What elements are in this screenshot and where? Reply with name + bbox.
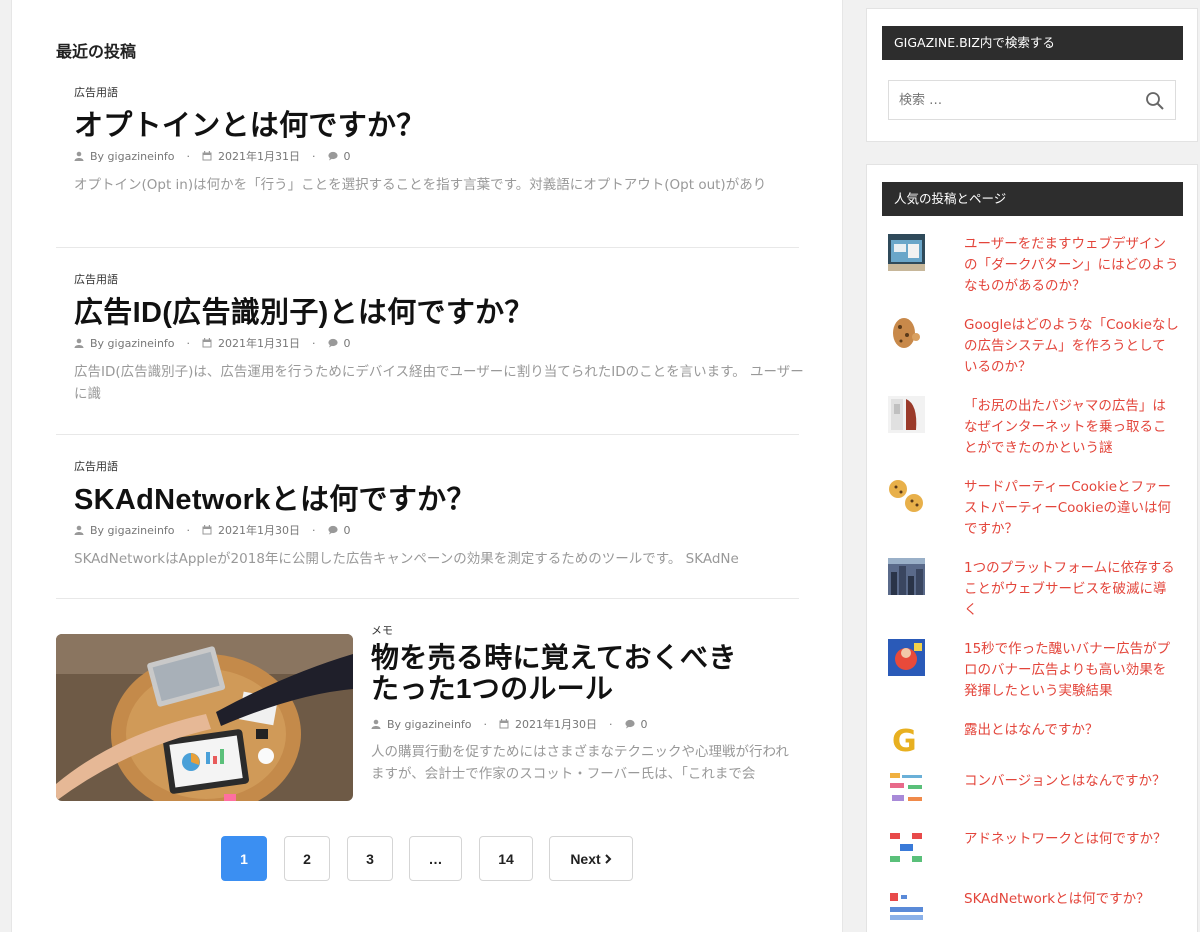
popular-item-link[interactable]: 1つのプラットフォームに依存することがウェブサービスを破滅に導く xyxy=(964,558,1179,621)
popular-item-link[interactable]: サードパーティーCookieとファーストパーティーCookieの違いは何ですか？ xyxy=(964,477,1179,540)
meta-separator: · xyxy=(312,523,316,537)
handshake-meeting-image xyxy=(56,634,353,801)
meta-separator: · xyxy=(186,523,191,537)
comment-icon xyxy=(327,151,338,161)
post-author[interactable]: By gigazineinfo xyxy=(387,718,472,731)
cookie-monster-icon xyxy=(888,315,925,352)
post-date[interactable]: 2021年1月31日 xyxy=(218,335,300,351)
page-ellipsis: … xyxy=(409,836,462,881)
meta-separator: · xyxy=(186,336,191,350)
page-button-1[interactable]: 1 xyxy=(221,836,267,881)
popular-widget-heading: 人気の投稿とページ xyxy=(882,182,1183,216)
post-author[interactable]: By gigazineinfo xyxy=(90,150,175,163)
divider xyxy=(56,598,799,599)
meta-separator: · xyxy=(609,717,613,731)
banner-ad-icon xyxy=(888,639,925,676)
meta-separator: · xyxy=(312,336,316,350)
meta-separator: · xyxy=(483,717,488,731)
post-author[interactable]: By gigazineinfo xyxy=(90,337,175,350)
post-category[interactable]: 広告用語 xyxy=(74,458,118,474)
post-comments[interactable]: 0 xyxy=(344,524,351,537)
popular-item-link[interactable]: SKAdNetworkとは何ですか？ xyxy=(964,889,1179,910)
meta-separator: · xyxy=(186,149,191,163)
diagram-icon xyxy=(888,771,925,808)
post-thumbnail[interactable] xyxy=(56,634,353,801)
post-title[interactable]: 物を売る時に覚えておくべき たった1つのルール xyxy=(371,642,737,704)
pajama-photo-icon xyxy=(888,396,925,433)
popular-item-link[interactable]: コンバージョンとはなんですか？ xyxy=(964,771,1179,792)
search-icon[interactable] xyxy=(1145,91,1165,111)
popular-item-link[interactable]: ユーザーをだますウェブデザインの「ダークパターン」にはどのようなものがあるのか？ xyxy=(964,234,1179,297)
cookies-icon xyxy=(888,477,925,514)
post-title[interactable]: オプトインとは何ですか？ xyxy=(74,102,426,144)
city-photo-icon xyxy=(888,558,925,595)
meta-separator: · xyxy=(312,149,316,163)
post-date[interactable]: 2021年1月31日 xyxy=(218,148,300,164)
search-form xyxy=(888,80,1176,120)
next-label: Next xyxy=(570,850,601,867)
main-content: 最近の投稿 広告用語 オプトインとは何ですか？ By gigazineinfo … xyxy=(11,0,843,932)
post-title-line: たった1つのルール xyxy=(371,673,614,704)
calendar-icon xyxy=(202,525,212,535)
post-comments[interactable]: 0 xyxy=(344,150,351,163)
post-title-line: 物を売る時に覚えておくべき xyxy=(371,642,737,673)
post-date[interactable]: 2021年1月30日 xyxy=(218,522,300,538)
calendar-icon xyxy=(202,151,212,161)
calendar-icon xyxy=(499,719,509,729)
popular-item-link[interactable]: アドネットワークとは何ですか？ xyxy=(964,829,1179,850)
letter-g-icon: G xyxy=(888,720,925,757)
post-card: 広告用語 SKAdNetworkとは何ですか？ By gigazineinfo … xyxy=(56,374,799,600)
calendar-icon xyxy=(202,338,212,348)
post-meta: By gigazineinfo · 2021年1月30日 · 0 xyxy=(74,522,351,538)
post-excerpt: 人の購買行動を促すためにはさまざまなテクニックや心理戦が行われますが、会計士で作… xyxy=(371,744,789,782)
page-button-3[interactable]: 3 xyxy=(347,836,393,881)
search-input[interactable] xyxy=(889,81,1119,119)
post-category[interactable]: 広告用語 xyxy=(74,271,118,287)
user-icon xyxy=(74,151,84,161)
network-diagram-icon xyxy=(888,829,925,866)
page-button-2[interactable]: 2 xyxy=(284,836,330,881)
svg-text:G: G xyxy=(892,724,917,757)
chevron-right-icon xyxy=(604,853,612,864)
post-title[interactable]: SKAdNetworkとは何ですか？ xyxy=(74,476,476,518)
post-meta: By gigazineinfo · 2021年1月31日 · 0 xyxy=(74,148,351,164)
post-comments[interactable]: 0 xyxy=(344,337,351,350)
user-icon xyxy=(74,338,84,348)
post-author[interactable]: By gigazineinfo xyxy=(90,524,175,537)
page-button-14[interactable]: 14 xyxy=(479,836,533,881)
post-meta: By gigazineinfo · 2021年1月30日 · 0 xyxy=(371,716,648,732)
post-meta: By gigazineinfo · 2021年1月31日 · 0 xyxy=(74,335,351,351)
popular-item-link[interactable]: 15秒で作った醜いバナー広告がプロのバナー広告よりも高い効果を発揮したという実験… xyxy=(964,639,1179,702)
popular-item-link[interactable]: Googleはどのような「Cookieなしの広告システム」を作ろうとしているのか… xyxy=(964,315,1179,378)
search-widget: GIGAZINE.BIZ内で検索する xyxy=(866,8,1198,142)
post-category[interactable]: メモ xyxy=(371,622,393,638)
comment-icon xyxy=(624,719,635,729)
popular-item-link[interactable]: 露出とはなんですか？ xyxy=(964,720,1179,741)
popular-item-link[interactable]: 「お尻の出たパジャマの広告」はなぜインターネットを乗っ取ることができたのかという… xyxy=(964,396,1179,459)
comment-icon xyxy=(327,525,338,535)
user-icon xyxy=(371,719,381,729)
post-date[interactable]: 2021年1月30日 xyxy=(515,716,597,732)
post-title[interactable]: 広告ID(広告識別子)とは何ですか？ xyxy=(74,289,534,331)
web-screenshot-icon xyxy=(888,234,925,271)
post-excerpt: SKAdNetworkはAppleが2018年に公開した広告キャンペーンの効果を… xyxy=(74,551,739,567)
search-widget-heading: GIGAZINE.BIZ内で検索する xyxy=(882,26,1183,60)
next-page-button[interactable]: Next xyxy=(549,836,633,881)
comment-icon xyxy=(327,338,338,348)
post-category[interactable]: 広告用語 xyxy=(74,84,118,100)
sk-diagram-icon xyxy=(888,889,925,926)
post-card: メモ 物を売る時に覚えておくべき たった1つのルール By gigazinein… xyxy=(353,600,803,820)
user-icon xyxy=(74,525,84,535)
post-comments[interactable]: 0 xyxy=(641,718,648,731)
